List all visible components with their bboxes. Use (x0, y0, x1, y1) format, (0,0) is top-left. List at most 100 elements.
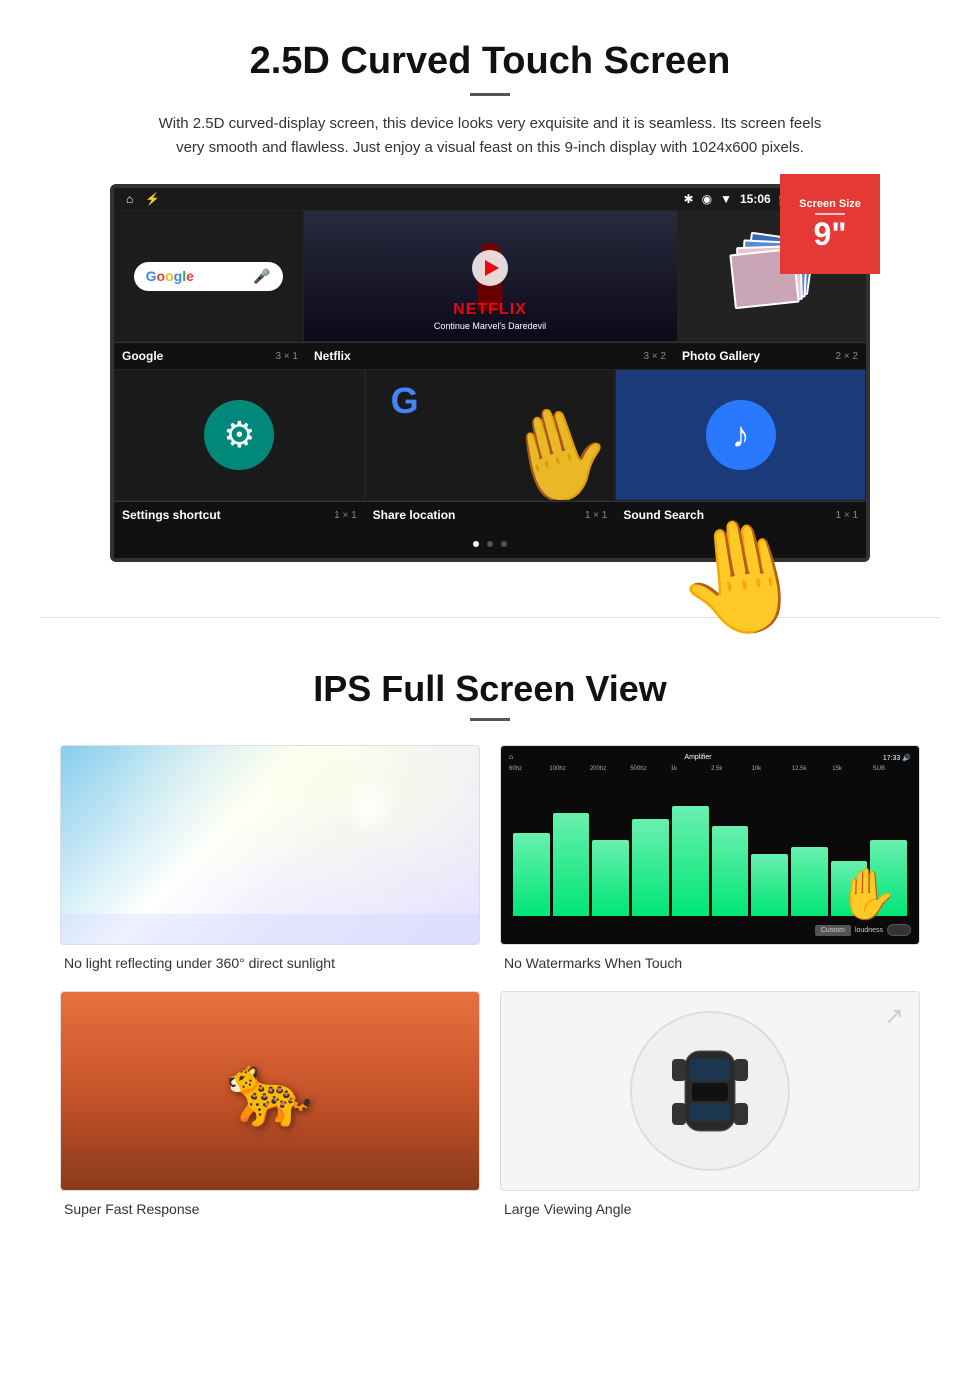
google-app-name: Google (122, 349, 163, 363)
share-app-size: 1 × 1 (585, 510, 608, 521)
amplifier-image: ⌂ Amplifier 17:33 🔊 60hz 100hz 200hz 500… (501, 746, 919, 944)
google-g-icon: G (391, 380, 419, 422)
settings-app-size: 1 × 1 (334, 510, 357, 521)
app-grid-row-1: Google 🎤 (114, 210, 866, 342)
section-ips: IPS Full Screen View No light reflecting… (0, 638, 980, 1257)
amp-bar-5 (672, 806, 709, 916)
status-left: ⌂ ⚡ (126, 192, 160, 206)
amp-freq-labels: 60hz 100hz 200hz 500hz 1k 2.5k 10k 12.5k… (509, 766, 911, 772)
amp-bar-4 (632, 819, 669, 916)
google-logo: Google (146, 268, 194, 284)
dot-3[interactable] (501, 541, 507, 547)
amp-header: ⌂ Amplifier 17:33 🔊 (509, 754, 911, 762)
car-top-image: ↗ (501, 992, 919, 1190)
angle-indicator: ↗ (884, 1002, 904, 1031)
cheetah-icon: 🐆 (226, 1050, 313, 1132)
feature-image-cheetah: 🐆 (60, 991, 480, 1191)
pagination-dots (114, 528, 866, 558)
feature-label-large-view: Large Viewing Angle (500, 1201, 920, 1217)
section1-title: 2.5D Curved Touch Screen (60, 40, 920, 83)
netflix-label-cell: Netflix 3 × 2 (306, 342, 674, 369)
dot-2[interactable] (487, 541, 493, 547)
photo-app-name: Photo Gallery (682, 349, 760, 363)
screen-size-label: Screen Size (799, 198, 861, 210)
wifi-icon: ▼ (720, 192, 732, 206)
screen-size-underline (815, 213, 845, 215)
sun-flare (339, 776, 399, 836)
sound-search-cell[interactable]: ♪ (615, 369, 866, 501)
google-search-bar[interactable]: Google 🎤 (134, 262, 283, 291)
sky-image (61, 746, 479, 944)
screen-size-badge: Screen Size 9" (780, 174, 880, 274)
mic-icon[interactable]: 🎤 (253, 268, 270, 285)
section2-title: IPS Full Screen View (60, 668, 920, 710)
settings-icon-circle: ⚙ (204, 400, 274, 470)
netflix-app-size: 3 × 2 (643, 351, 666, 362)
sky-bottom (61, 914, 479, 944)
settings-label-cell: Settings shortcut 1 × 1 (114, 501, 365, 528)
amp-bar-3 (592, 840, 629, 916)
amp-bar-8 (791, 847, 828, 916)
amp-bar-2 (553, 813, 590, 917)
share-app-name: Share location (373, 508, 456, 522)
netflix-thumbnail: NETFLIX Continue Marvel's Daredevil (304, 211, 677, 341)
feature-large-view: ↗ Large Viewing Angle (500, 991, 920, 1217)
netflix-cell[interactable]: NETFLIX Continue Marvel's Daredevil (303, 210, 678, 342)
loudness-label: loudness (855, 927, 883, 934)
app-labels-row-1: Google 3 × 1 Netflix 3 × 2 Photo Gallery… (114, 342, 866, 369)
settings-cell[interactable]: ⚙ (114, 369, 365, 501)
google-app-size: 3 × 1 (275, 351, 298, 362)
status-bar: ⌂ ⚡ ✱ ◉ ▼ 15:06 📷 🔊 ✕ ▭ (114, 188, 866, 210)
google-label-cell: Google 3 × 1 (114, 342, 306, 369)
hand-pointing-icon: 🤚 (493, 397, 615, 500)
settings-thumbnail: ⚙ (115, 370, 364, 500)
amp-bar-6 (712, 826, 749, 916)
google-thumbnail: Google 🎤 (115, 211, 302, 341)
feature-grid: No light reflecting under 360° direct su… (60, 745, 920, 1217)
status-time: 15:06 (740, 192, 771, 206)
google-cell[interactable]: Google 🎤 (114, 210, 303, 342)
bluetooth-icon: ✱ (684, 192, 694, 206)
sound-app-size: 1 × 1 (835, 510, 858, 521)
screen-size-number: 9" (814, 218, 847, 250)
cheetah-image: 🐆 (61, 992, 479, 1190)
section2-underline (470, 718, 510, 721)
home-icon[interactable]: ⌂ (126, 192, 133, 206)
gear-icon: ⚙ (223, 414, 255, 456)
music-icon-circle: ♪ (706, 400, 776, 470)
sound-thumbnail: ♪ (616, 370, 865, 500)
feature-no-reflection: No light reflecting under 360° direct su… (60, 745, 480, 971)
share-location-cell[interactable]: G 🤚 (365, 369, 616, 501)
device-screen: ⌂ ⚡ ✱ ◉ ▼ 15:06 📷 🔊 ✕ ▭ (110, 184, 870, 562)
feature-label-no-watermarks: No Watermarks When Touch (500, 955, 920, 971)
custom-label: Custom (815, 925, 851, 936)
app-labels-row-2: Settings shortcut 1 × 1 Share location 1… (114, 501, 866, 528)
music-note-icon: ♪ (732, 414, 750, 456)
feature-label-fast: Super Fast Response (60, 1201, 480, 1217)
netflix-subtitle: Continue Marvel's Daredevil (304, 321, 677, 331)
section-curved-touchscreen: 2.5D Curved Touch Screen With 2.5D curve… (0, 0, 980, 597)
photo-app-size: 2 × 2 (835, 351, 858, 362)
amp-bar-7 (751, 854, 788, 916)
loudness-toggle[interactable] (887, 924, 911, 936)
device-container: Screen Size 9" ⌂ ⚡ ✱ ◉ ▼ 15:06 📷 🔊 ✕ (110, 184, 870, 562)
share-label-cell: Share location 1 × 1 (365, 501, 616, 528)
feature-no-watermarks: ⌂ Amplifier 17:33 🔊 60hz 100hz 200hz 500… (500, 745, 920, 971)
feature-fast-response: 🐆 Super Fast Response (60, 991, 480, 1217)
netflix-label: NETFLIX Continue Marvel's Daredevil (304, 301, 677, 331)
settings-app-name: Settings shortcut (122, 508, 221, 522)
app-grid-row-2: ⚙ G 🤚 (114, 369, 866, 501)
feature-image-amplifier: ⌂ Amplifier 17:33 🔊 60hz 100hz 200hz 500… (500, 745, 920, 945)
netflix-logo-text: NETFLIX (304, 301, 677, 319)
car-view-circle (630, 1011, 790, 1171)
title-underline (470, 93, 510, 96)
play-icon (485, 260, 499, 276)
amp-home-icon: ⌂ (509, 754, 513, 762)
car-svg (660, 1031, 760, 1151)
dot-1[interactable] (473, 541, 479, 547)
amp-title: Amplifier (684, 754, 711, 762)
play-button[interactable] (472, 250, 508, 286)
amp-hand-icon: ✋ (837, 865, 899, 924)
section1-description: With 2.5D curved-display screen, this de… (150, 112, 830, 160)
amp-controls: Custom loudness (509, 924, 911, 936)
